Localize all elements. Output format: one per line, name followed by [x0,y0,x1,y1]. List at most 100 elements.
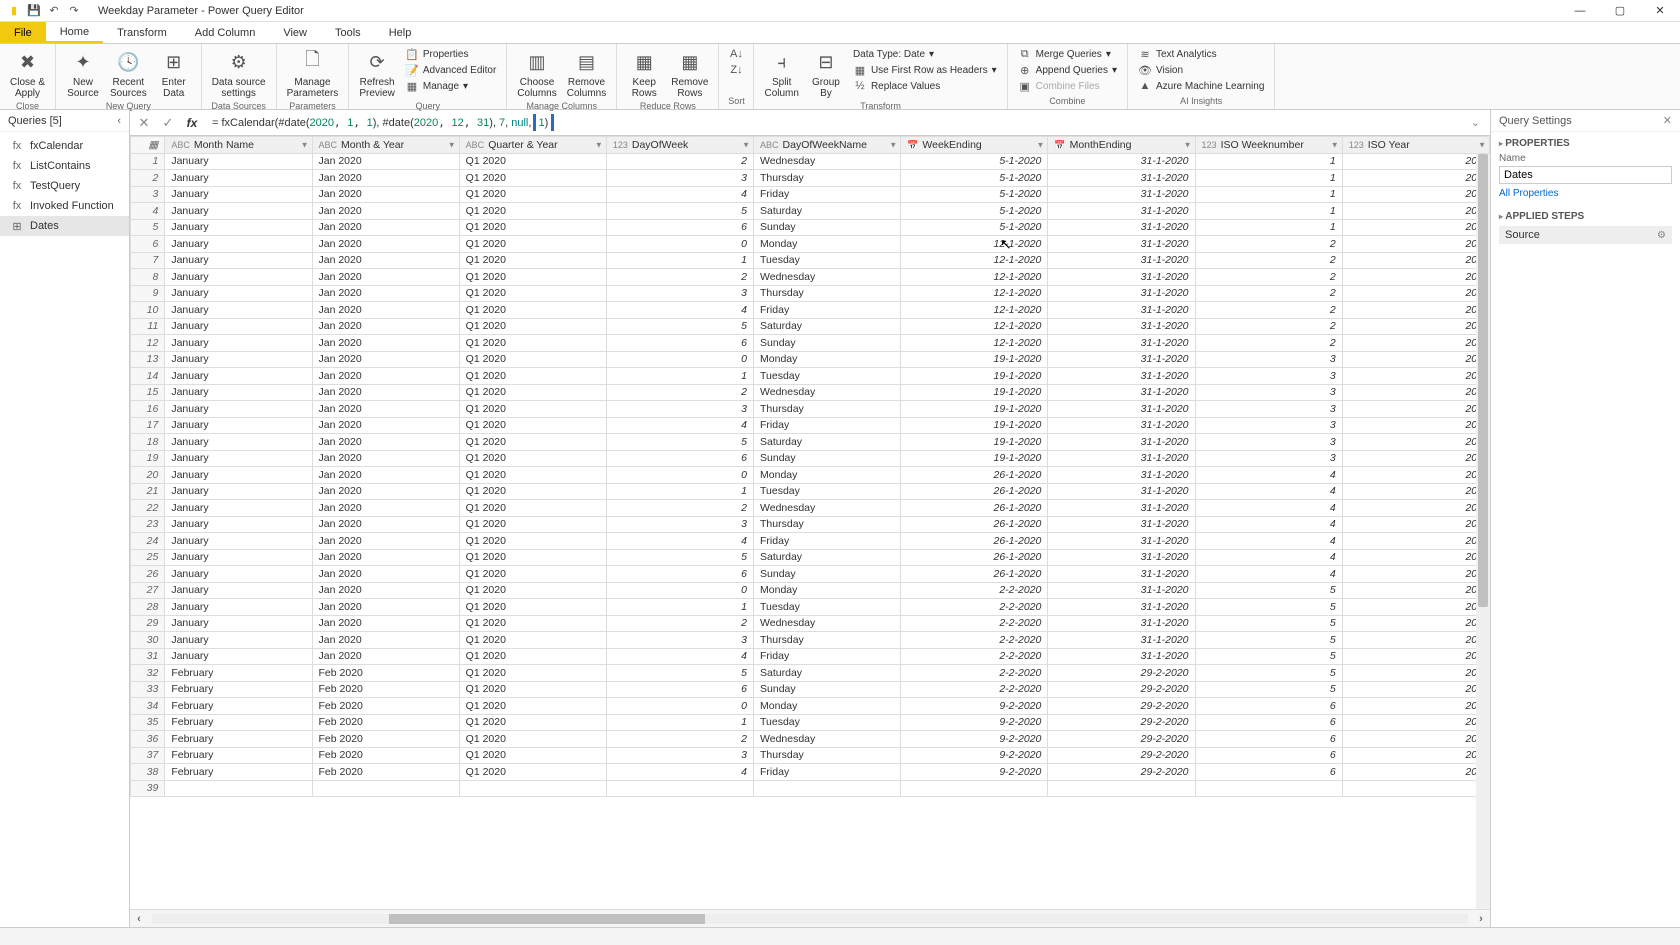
cell[interactable]: 2 [1195,318,1342,335]
cell[interactable]: 2-2-2020 [901,681,1048,698]
cell[interactable]: 202 [1342,648,1489,665]
cell[interactable]: February [165,681,312,698]
cell[interactable]: Q1 2020 [459,252,606,269]
cell[interactable]: February [165,764,312,781]
manage-parameters-button[interactable]: 🗋ManageParameters [283,46,343,101]
row-number[interactable]: 7 [131,252,165,269]
cell[interactable]: Monday [754,467,901,484]
column-header[interactable]: 123ISO Year▼ [1342,137,1489,154]
cell[interactable]: Jan 2020 [312,467,459,484]
cell[interactable]: 4 [1195,467,1342,484]
cell[interactable]: 2 [606,500,753,517]
cell[interactable]: 4 [1195,549,1342,566]
cell[interactable]: 12-1-2020 [901,318,1048,335]
cell[interactable]: 2 [1195,335,1342,352]
cell[interactable]: Jan 2020 [312,252,459,269]
row-number[interactable]: 32 [131,665,165,682]
cell[interactable]: 31-1-2020 [1048,269,1195,286]
cell[interactable]: 1 [606,252,753,269]
cell[interactable]: 5 [606,318,753,335]
cell[interactable]: 31-1-2020 [1048,549,1195,566]
row-number[interactable]: 17 [131,417,165,434]
row-number[interactable]: 5 [131,219,165,236]
cell[interactable]: 202 [1342,764,1489,781]
cell[interactable]: Jan 2020 [312,219,459,236]
cell[interactable]: Wednesday [754,500,901,517]
cell[interactable]: January [165,533,312,550]
cell[interactable]: 202 [1342,170,1489,187]
column-dropdown-icon[interactable]: ▼ [742,140,750,149]
row-number[interactable]: 13 [131,351,165,368]
step-gear-icon[interactable]: ⚙ [1657,230,1666,241]
cell[interactable]: 5 [606,665,753,682]
horizontal-scrollbar[interactable]: ‹ › [130,909,1490,927]
cell[interactable]: 3 [606,285,753,302]
cell[interactable]: 202 [1342,714,1489,731]
cell[interactable]: January [165,566,312,583]
cell[interactable]: Feb 2020 [312,698,459,715]
tab-transform[interactable]: Transform [103,22,181,43]
table-row[interactable]: 36FebruaryFeb 2020Q1 20202Wednesday9-2-2… [131,731,1490,748]
table-row[interactable]: 27JanuaryJan 2020Q1 20200Monday2-2-20203… [131,582,1490,599]
cell[interactable]: 0 [606,467,753,484]
data-source-settings-button[interactable]: ⚙Data sourcesettings [208,46,270,101]
cell[interactable]: Saturday [754,318,901,335]
cell[interactable]: Q1 2020 [459,648,606,665]
column-header[interactable]: ABCDayOfWeekName▼ [754,137,901,154]
cell[interactable] [1195,780,1342,797]
cell[interactable]: 31-1-2020 [1048,368,1195,385]
cell[interactable]: 1 [606,714,753,731]
cell[interactable] [459,780,606,797]
row-number[interactable]: 25 [131,549,165,566]
cell[interactable]: Wednesday [754,269,901,286]
cell[interactable]: 29-2-2020 [1048,731,1195,748]
cell[interactable]: 5 [1195,681,1342,698]
cell[interactable]: Q1 2020 [459,302,606,319]
cell[interactable]: Jan 2020 [312,615,459,632]
cell[interactable]: January [165,203,312,220]
row-number[interactable]: 39 [131,780,165,797]
row-number[interactable]: 9 [131,285,165,302]
cell[interactable]: 1 [606,368,753,385]
cell[interactable]: 6 [606,450,753,467]
cell[interactable]: 202 [1342,285,1489,302]
cell[interactable]: 6 [606,219,753,236]
cell[interactable]: Jan 2020 [312,549,459,566]
refresh-preview-button[interactable]: ⟳RefreshPreview [355,46,399,101]
cell[interactable]: 5 [1195,648,1342,665]
cell[interactable]: Wednesday [754,615,901,632]
cell[interactable]: Feb 2020 [312,731,459,748]
table-row[interactable]: 19JanuaryJan 2020Q1 20206Sunday19-1-2020… [131,450,1490,467]
data-type-button[interactable]: Data Type: Date ▾ [849,46,1001,62]
cell[interactable]: 202 [1342,434,1489,451]
cell[interactable]: 202 [1342,483,1489,500]
cell[interactable]: 6 [1195,731,1342,748]
column-header[interactable]: ABCMonth Name▼ [165,137,312,154]
table-row[interactable]: 30JanuaryJan 2020Q1 20203Thursday2-2-202… [131,632,1490,649]
column-header[interactable]: ABCQuarter & Year▼ [459,137,606,154]
row-number[interactable]: 33 [131,681,165,698]
cell[interactable]: 9-2-2020 [901,764,1048,781]
new-source-button[interactable]: ✦NewSource [62,46,104,101]
cell[interactable]: 31-1-2020 [1048,203,1195,220]
cell[interactable]: 202 [1342,203,1489,220]
table-row[interactable]: 25JanuaryJan 2020Q1 20205Saturday26-1-20… [131,549,1490,566]
cell[interactable]: 202 [1342,467,1489,484]
table-row[interactable]: 8JanuaryJan 2020Q1 20202Wednesday12-1-20… [131,269,1490,286]
cell[interactable]: Q1 2020 [459,236,606,253]
cell[interactable]: Thursday [754,632,901,649]
table-row[interactable]: 29JanuaryJan 2020Q1 20202Wednesday2-2-20… [131,615,1490,632]
row-header-corner[interactable]: ▦ [131,137,165,154]
cell[interactable]: January [165,500,312,517]
table-row[interactable]: 37FebruaryFeb 2020Q1 20203Thursday9-2-20… [131,747,1490,764]
column-header[interactable]: 123DayOfWeek▼ [606,137,753,154]
cell[interactable]: Q1 2020 [459,401,606,418]
minimize-button[interactable]: — [1560,0,1600,22]
row-number[interactable]: 6 [131,236,165,253]
cell[interactable]: Tuesday [754,483,901,500]
cell[interactable]: Jan 2020 [312,186,459,203]
cell[interactable]: 3 [1195,417,1342,434]
cell[interactable] [1048,780,1195,797]
cell[interactable]: 31-1-2020 [1048,186,1195,203]
scroll-right-icon[interactable]: › [1472,913,1490,925]
